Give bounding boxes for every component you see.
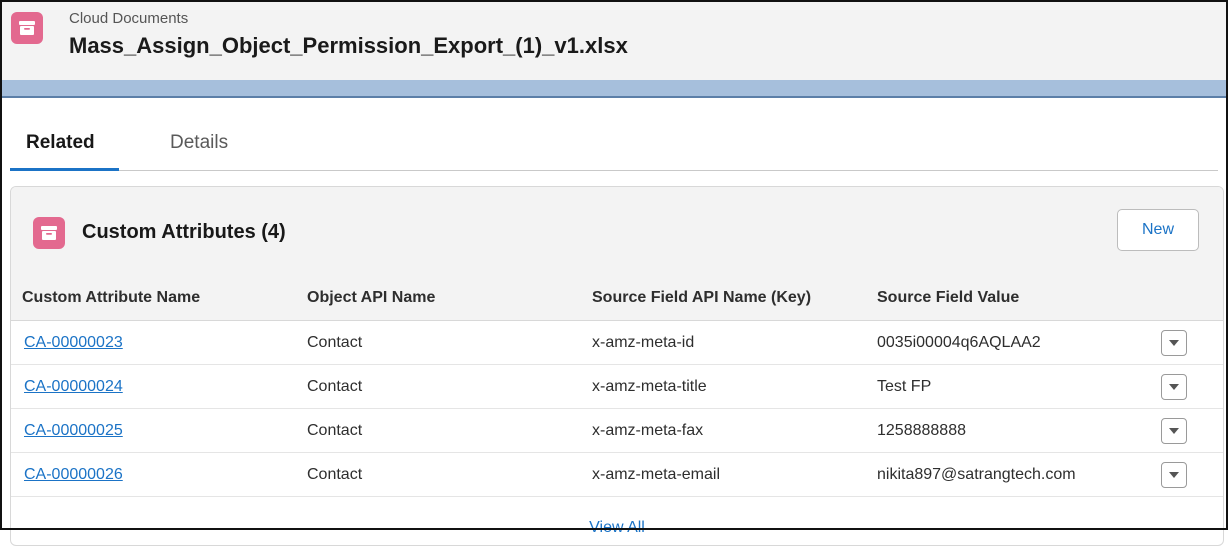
file-box-icon bbox=[33, 217, 65, 249]
source-field-key: x-amz-meta-fax bbox=[592, 422, 704, 439]
row-actions-button[interactable] bbox=[1161, 330, 1187, 356]
row-actions-button[interactable] bbox=[1161, 462, 1187, 488]
tab-details[interactable]: Details bbox=[170, 132, 228, 154]
related-list-header: Custom Attributes (4) New bbox=[11, 187, 1223, 273]
related-list-title[interactable]: Custom Attributes (4) bbox=[82, 221, 286, 244]
related-list-card: Custom Attributes (4) New Custom Attribu… bbox=[10, 186, 1224, 546]
row-actions-button[interactable] bbox=[1161, 418, 1187, 444]
row-actions-button[interactable] bbox=[1161, 374, 1187, 400]
custom-attribute-link[interactable]: CA-00000026 bbox=[24, 466, 123, 484]
tab-bar: Related Details bbox=[10, 98, 1218, 171]
column-header-object[interactable]: Object API Name bbox=[307, 289, 435, 307]
new-button[interactable]: New bbox=[1117, 209, 1199, 251]
record-header: Cloud Documents Mass_Assign_Object_Permi… bbox=[0, 0, 1228, 80]
active-tab-indicator bbox=[10, 168, 119, 171]
custom-attribute-link[interactable]: CA-00000023 bbox=[24, 334, 123, 352]
header-band bbox=[0, 80, 1228, 98]
table-header: Custom Attribute Name Object API Name So… bbox=[11, 273, 1223, 321]
source-field-key: x-amz-meta-id bbox=[592, 334, 695, 351]
chevron-down-icon bbox=[1169, 340, 1179, 346]
object-api-name: Contact bbox=[307, 466, 363, 483]
object-api-name: Contact bbox=[307, 334, 363, 351]
object-type-label: Cloud Documents bbox=[69, 10, 189, 27]
source-field-value: nikita897@satrangtech.com bbox=[877, 466, 1076, 483]
table-row: CA-00000025 Contact x-amz-meta-fax 12588… bbox=[11, 409, 1223, 453]
custom-attribute-link[interactable]: CA-00000024 bbox=[24, 378, 123, 396]
table-row: CA-00000024 Contact x-amz-meta-title Tes… bbox=[11, 365, 1223, 409]
source-field-value: Test FP bbox=[877, 378, 932, 395]
table-row: CA-00000026 Contact x-amz-meta-email nik… bbox=[11, 453, 1223, 497]
column-header-name[interactable]: Custom Attribute Name bbox=[22, 289, 200, 307]
object-api-name: Contact bbox=[307, 378, 363, 395]
source-field-value: 0035i00004q6AQLAA2 bbox=[877, 334, 1041, 351]
chevron-down-icon bbox=[1169, 384, 1179, 390]
custom-attribute-link[interactable]: CA-00000025 bbox=[24, 422, 123, 440]
record-title: Mass_Assign_Object_Permission_Export_(1)… bbox=[69, 33, 628, 58]
view-all-link[interactable]: View All bbox=[11, 519, 1223, 537]
source-field-key: x-amz-meta-email bbox=[592, 466, 721, 483]
source-field-value: 1258888888 bbox=[877, 422, 966, 439]
column-header-value[interactable]: Source Field Value bbox=[877, 289, 1019, 307]
chevron-down-icon bbox=[1169, 428, 1179, 434]
column-header-key[interactable]: Source Field API Name (Key) bbox=[592, 289, 811, 307]
source-field-key: x-amz-meta-title bbox=[592, 378, 707, 395]
file-box-icon bbox=[11, 12, 43, 44]
chevron-down-icon bbox=[1169, 472, 1179, 478]
tab-related[interactable]: Related bbox=[26, 132, 95, 154]
object-api-name: Contact bbox=[307, 422, 363, 439]
table-row: CA-00000023 Contact x-amz-meta-id 0035i0… bbox=[11, 321, 1223, 365]
